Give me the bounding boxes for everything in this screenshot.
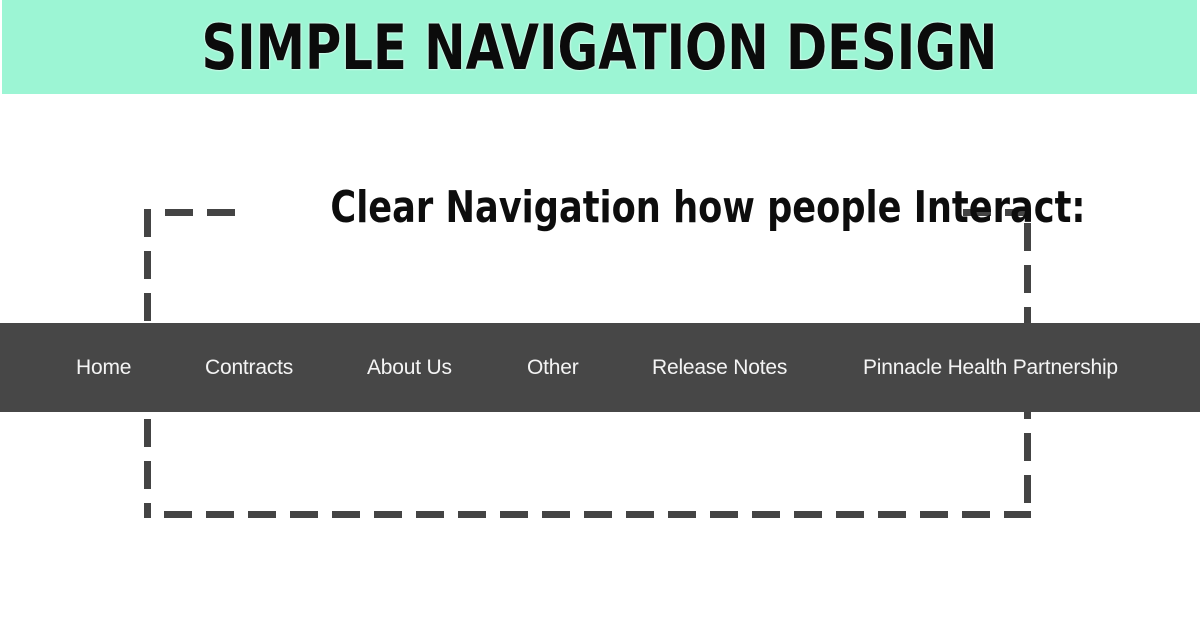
section-heading-text: Clear Navigation how people Interact: xyxy=(330,182,1086,233)
dashed-frame xyxy=(144,209,1031,518)
nav-item-release-notes[interactable]: Release Notes xyxy=(652,323,787,412)
nav-list: Home Contracts About Us Other Release No… xyxy=(0,323,1200,412)
section-heading: Clear Navigation how people Interact: xyxy=(236,178,1085,238)
main-navigation-bar: Home Contracts About Us Other Release No… xyxy=(0,323,1200,412)
nav-item-pinnacle-health-partnership[interactable]: Pinnacle Health Partnership xyxy=(863,323,1118,412)
nav-item-contracts[interactable]: Contracts xyxy=(205,323,293,412)
nav-item-home[interactable]: Home xyxy=(76,323,131,412)
banner-title: SIMPLE NAVIGATION DESIGN xyxy=(201,11,998,84)
title-banner: SIMPLE NAVIGATION DESIGN xyxy=(2,0,1197,94)
nav-item-other[interactable]: Other xyxy=(527,323,579,412)
nav-item-about-us[interactable]: About Us xyxy=(367,323,452,412)
